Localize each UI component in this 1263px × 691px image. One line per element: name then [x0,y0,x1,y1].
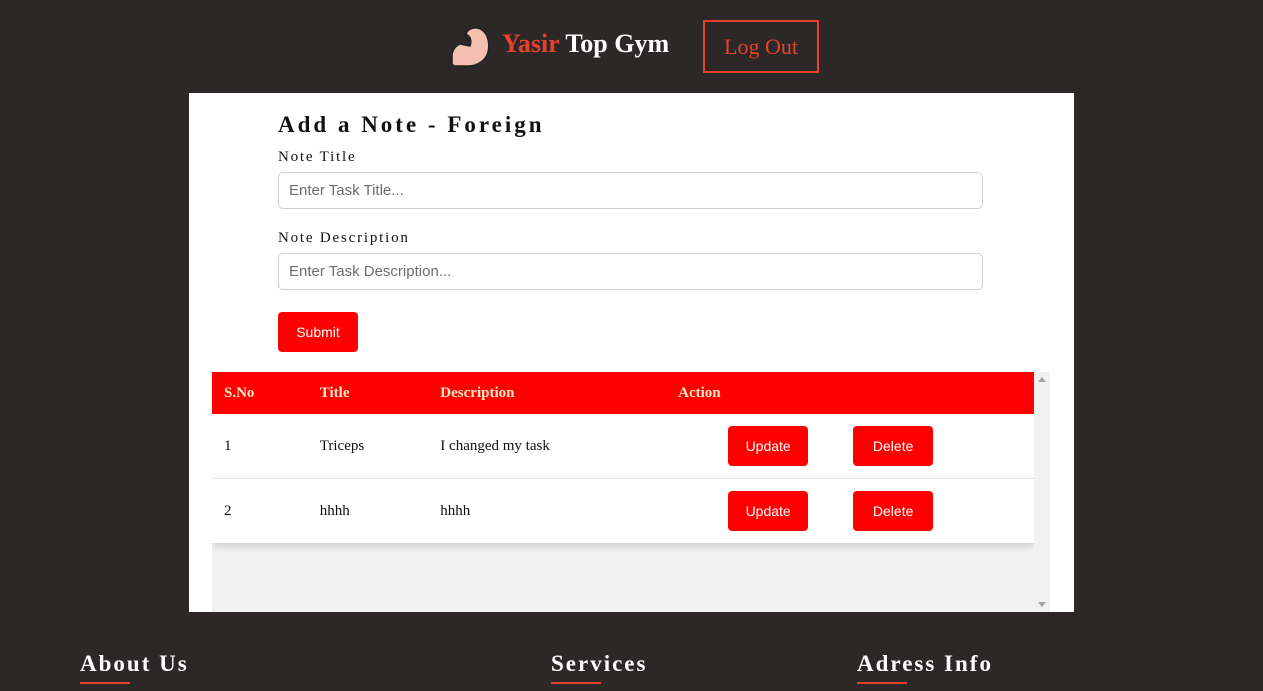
submit-button[interactable]: Submit [278,312,358,352]
notes-table: S.No Title Description Action 1 Triceps … [212,372,1034,543]
footer-about-underline [80,682,130,684]
column-header-title: Title [319,372,441,414]
delete-button[interactable]: Delete [853,426,934,466]
note-title-input[interactable] [278,172,983,209]
form-title: Add a Note - Foreign [278,112,545,137]
flexed-biceps-icon [450,27,490,67]
row-description: I changed my task [440,414,679,479]
logout-button[interactable]: Log Out [703,20,819,73]
row-delete-cell: Delete [853,479,1034,544]
column-header-empty [853,372,1034,414]
footer-services-heading: Services [551,651,648,676]
brand-rest-text: Top Gym [559,29,670,58]
column-header-sno: S.No [212,372,320,414]
row-update-cell: Update [678,479,853,544]
footer-address-underline [857,682,907,684]
update-button[interactable]: Update [728,491,809,531]
note-description-label: Note Description [278,230,410,246]
brand-title[interactable]: Yasir Top Gym [502,29,669,59]
column-header-description: Description [440,372,679,414]
notes-panel: Add a Note - Foreign Note Title Note Des… [189,93,1074,612]
row-sno: 1 [212,414,320,479]
row-delete-cell: Delete [853,414,1034,479]
brand-accent-text: Yasir [502,29,560,58]
row-title: Triceps [319,414,441,479]
note-description-input[interactable] [278,253,983,290]
row-title: hhhh [319,502,350,519]
notes-table-container[interactable]: S.No Title Description Action 1 Triceps … [212,372,1050,612]
row-description: hhhh [440,502,471,519]
footer-address-heading: Adress Info [857,651,993,676]
vertical-scrollbar[interactable] [1034,372,1050,612]
update-button[interactable]: Update [728,426,809,466]
table-row: 1 Triceps I changed my task Update Delet… [212,414,1034,479]
footer-about-heading: About Us [80,651,189,676]
footer-services-underline [551,682,601,684]
row-update-cell: Update [678,414,854,479]
table-row: 2 hhhh hhhh Update Delete [212,479,1034,544]
row-sno: 2 [224,502,232,519]
note-title-label: Note Title [278,149,357,165]
column-header-action: Action [678,372,854,414]
scroll-up-arrow-icon[interactable] [1038,377,1046,382]
table-header-row: S.No Title Description Action [212,372,1034,414]
site-header: Yasir Top Gym Log Out [0,0,1263,93]
delete-button[interactable]: Delete [853,491,934,531]
scroll-down-arrow-icon[interactable] [1038,602,1046,607]
